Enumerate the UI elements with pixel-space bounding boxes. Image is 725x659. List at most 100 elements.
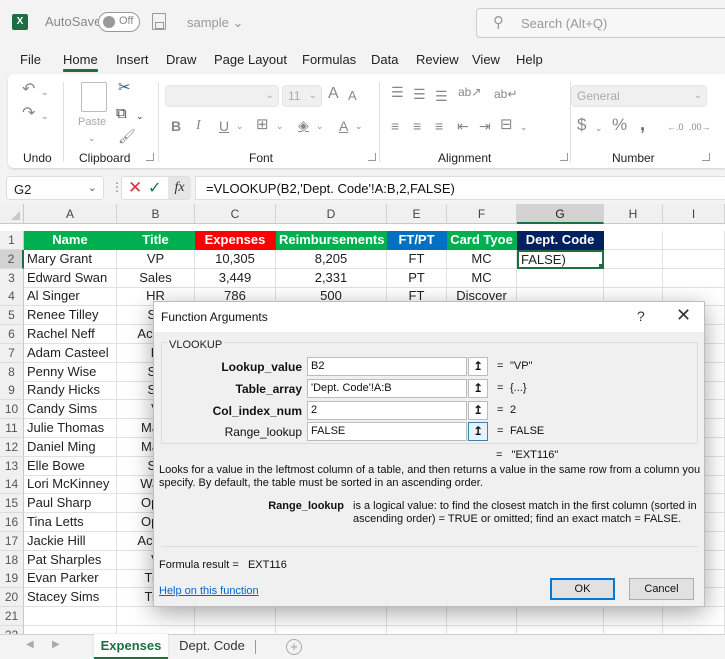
cell[interactable]: Stacey Sims (24, 588, 117, 608)
paste-dropdown-icon[interactable]: ⌄ (88, 130, 96, 146)
increase-font-icon[interactable]: A (328, 86, 339, 102)
row-header[interactable]: 11 (0, 419, 24, 438)
undo-icon[interactable]: ↶ (22, 82, 35, 98)
currency-icon[interactable]: $ (577, 116, 586, 133)
menu-tab-insert[interactable]: Insert (116, 52, 149, 67)
column-header-c[interactable]: C (195, 204, 276, 224)
cell[interactable] (276, 607, 387, 626)
borders-icon[interactable]: ⊞ (256, 117, 269, 133)
number-format-dropdown[interactable]: General ⌄ (571, 85, 707, 107)
format-painter-icon[interactable]: 🖌 (118, 128, 136, 144)
name-box[interactable]: G2 ⌄ (6, 176, 104, 200)
save-icon[interactable] (152, 13, 166, 30)
header-cell[interactable]: Expenses (195, 231, 276, 250)
select-all-button[interactable] (0, 204, 24, 224)
column-header-e[interactable]: E (387, 204, 447, 224)
row-header[interactable]: 21 (0, 607, 24, 626)
alignment-launcher-icon[interactable] (560, 153, 568, 161)
enter-check-icon[interactable]: ✓ (148, 178, 161, 198)
orientation-icon[interactable]: ab↗ (458, 84, 481, 100)
cell[interactable] (604, 625, 663, 634)
sheet-tab-expenses[interactable]: Expenses (94, 634, 168, 659)
cell[interactable]: Lori McKinney (24, 475, 117, 495)
cell[interactable]: Julie Thomas (24, 419, 117, 438)
font-color-dropdown-icon[interactable]: ⌄ (355, 118, 363, 134)
cell[interactable]: Paul Sharp (24, 494, 117, 514)
menu-tab-formulas[interactable]: Formulas (302, 52, 356, 67)
menu-tab-help[interactable]: Help (516, 52, 543, 67)
currency-dropdown-icon[interactable]: ⌄ (595, 120, 603, 136)
argument-input-lookup_value[interactable]: B2 (307, 357, 467, 376)
cell[interactable] (604, 249, 663, 269)
menu-tab-file[interactable]: File (20, 52, 41, 67)
sheet-tab-dept-code[interactable]: Dept. Code (170, 634, 254, 659)
italic-icon[interactable]: I (196, 118, 201, 134)
cell[interactable]: VP (117, 249, 195, 269)
cell[interactable]: Penny Wise (24, 362, 117, 382)
merge-dropdown-icon[interactable]: ⌄ (520, 119, 528, 135)
ok-button[interactable]: OK (550, 578, 615, 600)
header-cell[interactable]: Dept. Code (517, 231, 604, 250)
row-header[interactable]: 12 (0, 437, 24, 457)
cell[interactable]: 3,449 (195, 268, 276, 288)
column-header-a[interactable]: A (24, 204, 117, 224)
cell[interactable] (24, 607, 117, 626)
cell[interactable]: Edward Swan (24, 268, 117, 288)
header-cell[interactable]: Card Tyoe (447, 231, 517, 250)
cell[interactable] (276, 625, 387, 634)
align-left-icon[interactable]: ≡ (391, 118, 399, 134)
argument-input-table_array[interactable]: 'Dept. Code'!A:B (307, 379, 467, 398)
cell[interactable]: Candy Sims (24, 400, 117, 420)
row-header[interactable]: 20 (0, 588, 24, 608)
insert-function-button[interactable]: fx (168, 177, 191, 199)
add-sheet-button[interactable]: + (286, 639, 302, 655)
cell[interactable]: 10,305 (195, 249, 276, 269)
menu-tab-review[interactable]: Review (416, 52, 459, 67)
cell[interactable] (663, 249, 725, 269)
row-header[interactable]: 2 (0, 249, 24, 269)
cell[interactable]: 2,331 (276, 268, 387, 288)
cell[interactable]: Pat Sharples (24, 550, 117, 570)
cell[interactable] (387, 607, 447, 626)
align-right-icon[interactable]: ≡ (435, 118, 443, 134)
cell[interactable]: Rachel Neff (24, 325, 117, 344)
collapse-dialog-icon[interactable]: ↥ (468, 401, 488, 420)
row-header[interactable]: 17 (0, 531, 24, 551)
column-header-b[interactable]: B (117, 204, 195, 224)
header-cell[interactable]: Title (117, 231, 195, 250)
font-launcher-icon[interactable] (368, 153, 376, 161)
row-header[interactable]: 8 (0, 362, 24, 382)
argument-input-range_lookup[interactable]: FALSE (307, 422, 467, 441)
cell[interactable]: Randy Hicks (24, 381, 117, 401)
cell[interactable] (517, 607, 604, 626)
decrease-font-icon[interactable]: A (348, 88, 357, 104)
header-cell[interactable]: Name (24, 231, 117, 250)
cut-icon[interactable]: ✂ (118, 80, 131, 96)
active-cell[interactable]: FALSE) (517, 249, 604, 269)
collapse-dialog-icon[interactable]: ↥ (468, 422, 488, 441)
row-header[interactable]: 7 (0, 343, 24, 363)
menu-tab-page-layout[interactable]: Page Layout (214, 52, 287, 67)
column-header-h[interactable]: H (604, 204, 663, 224)
cell[interactable]: PT (387, 268, 447, 288)
clipboard-launcher-icon[interactable] (146, 153, 154, 161)
column-header-g[interactable]: G (517, 204, 604, 224)
wrap-text-icon[interactable]: ab↵ (494, 86, 517, 102)
row-header[interactable]: 4 (0, 287, 24, 307)
copy-dropdown-icon[interactable]: ⌄ (136, 108, 144, 124)
comma-style-icon[interactable]: , (640, 115, 645, 133)
header-cell[interactable]: Reimbursements (276, 231, 387, 250)
row-header[interactable]: 10 (0, 400, 24, 420)
collapse-dialog-icon[interactable]: ↥ (468, 379, 488, 398)
cell[interactable]: Daniel Ming (24, 437, 117, 457)
cell[interactable] (447, 625, 517, 634)
top-align-icon[interactable]: ☰ (391, 84, 404, 100)
number-launcher-icon[interactable] (702, 153, 710, 161)
cell[interactable] (24, 625, 117, 634)
cancel-icon[interactable]: ✕ (128, 178, 142, 198)
cell[interactable] (663, 607, 725, 626)
bottom-align-icon[interactable]: ☰ (435, 88, 448, 104)
column-header-i[interactable]: I (663, 204, 725, 224)
cell[interactable] (663, 231, 725, 250)
row-header[interactable]: 14 (0, 475, 24, 495)
